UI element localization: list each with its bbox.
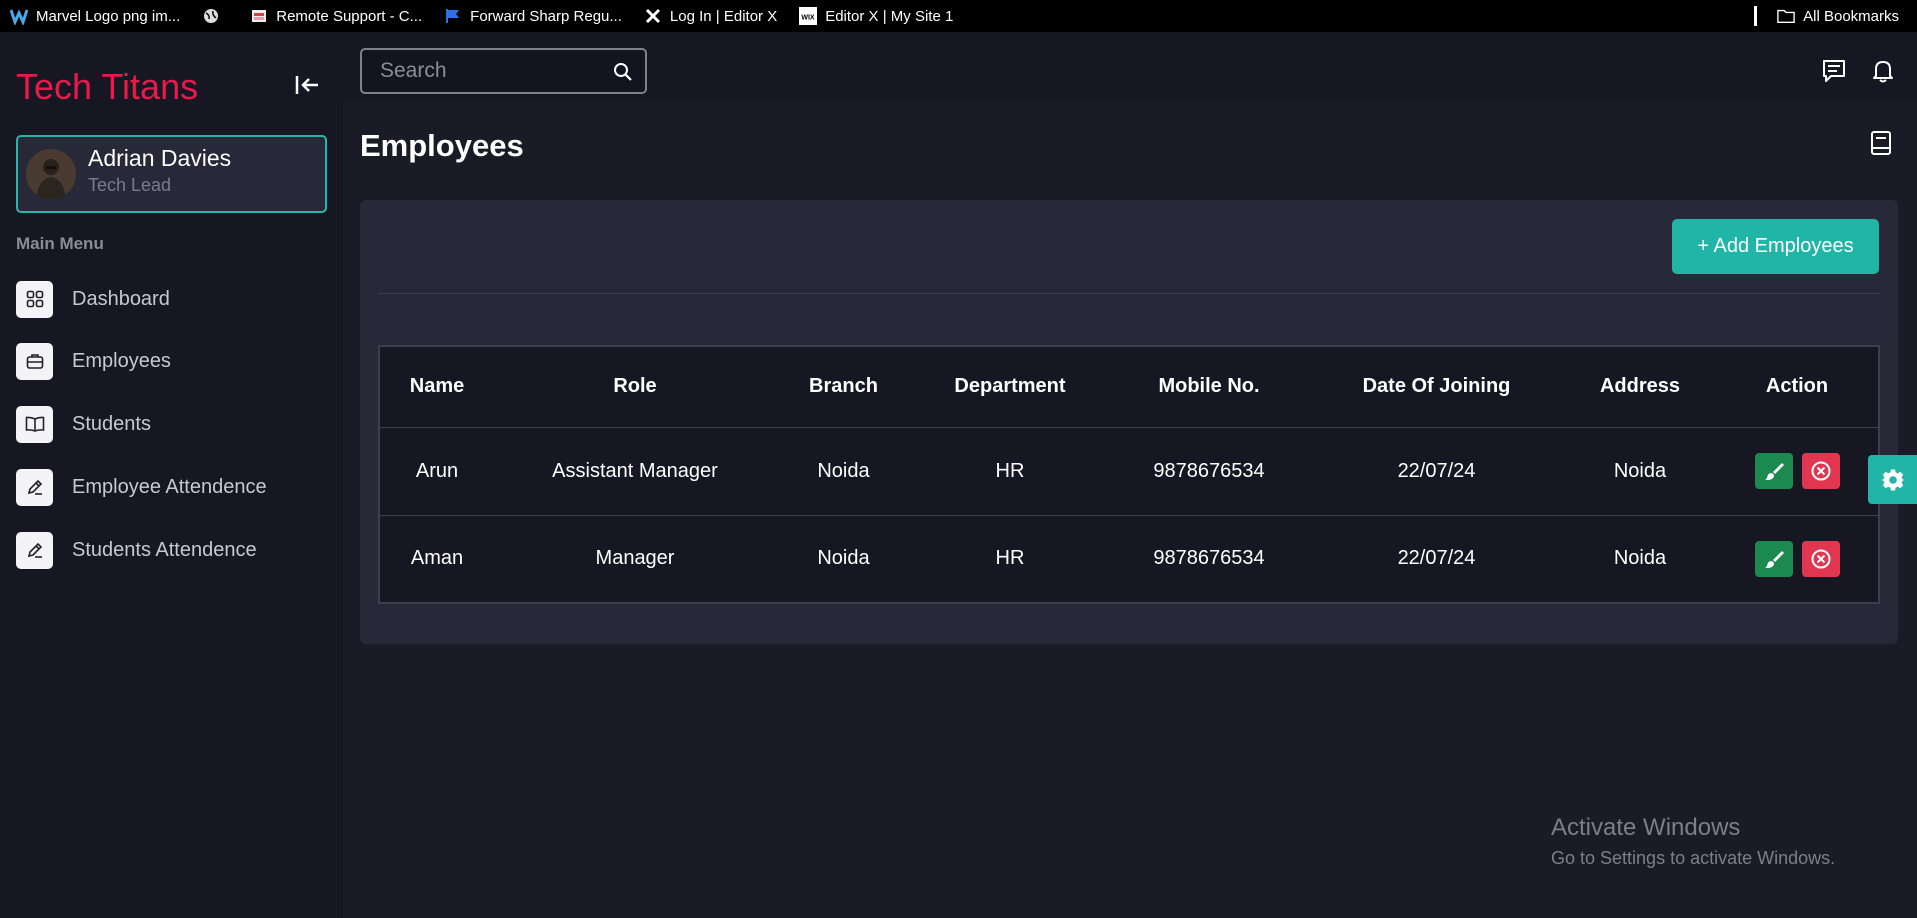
sidebar: Tech Titans Adrian Davies Tech Lead Main… bbox=[0, 32, 343, 918]
search-input[interactable] bbox=[362, 50, 602, 92]
cell-mobile: 9878676534 bbox=[1109, 427, 1309, 516]
book-icon bbox=[16, 405, 53, 443]
svg-text:WIX: WIX bbox=[802, 15, 816, 22]
cell-address: Noida bbox=[1613, 547, 1667, 570]
cell-address: Noida bbox=[1564, 427, 1716, 516]
sidebar-item-dashboard[interactable]: Dashboard bbox=[16, 280, 170, 318]
bookmarks-separator bbox=[1754, 6, 1758, 26]
column-header-department: Department bbox=[911, 346, 1109, 428]
cell-name: Arun bbox=[379, 427, 494, 516]
sidebar-item-employees[interactable]: Employees bbox=[16, 342, 171, 380]
cell-branch: Noida bbox=[817, 547, 870, 570]
gear-icon bbox=[1880, 469, 1905, 490]
profile-name: Adrian Davies bbox=[88, 145, 232, 171]
cell-date-of-joining: 22/07/24 bbox=[1309, 427, 1564, 516]
collapse-sidebar-button[interactable] bbox=[292, 70, 322, 100]
cell-action bbox=[1716, 427, 1879, 516]
brand-title: Tech Titans bbox=[16, 66, 199, 107]
column-header-name: Name bbox=[379, 346, 494, 428]
editor-x-icon bbox=[644, 7, 662, 25]
sidebar-item-students[interactable]: Students bbox=[16, 405, 151, 443]
column-header-address: Address bbox=[1564, 346, 1716, 428]
edit-button[interactable] bbox=[1754, 453, 1793, 489]
table-row: Aman Manager Noida HR 9878676534 22/07/2… bbox=[379, 515, 1879, 603]
settings-toggle-button[interactable] bbox=[1868, 455, 1917, 504]
messages-button[interactable] bbox=[1820, 57, 1848, 85]
column-header-mobile: Mobile No. bbox=[1109, 346, 1309, 428]
cell-department: HR bbox=[911, 427, 1109, 516]
avatar bbox=[26, 149, 76, 199]
notifications-button[interactable] bbox=[1869, 57, 1897, 85]
windows-activation-watermark: Activate Windows Go to Settings to activ… bbox=[1551, 814, 1835, 869]
marvel-logo-icon bbox=[10, 7, 28, 25]
delete-button[interactable] bbox=[1801, 453, 1840, 489]
sidebar-item-label: Students bbox=[72, 412, 151, 435]
grid-icon bbox=[16, 280, 53, 318]
collapse-left-icon bbox=[295, 76, 318, 94]
panel-divider bbox=[378, 293, 1880, 294]
sidebar-item-students-attendence[interactable]: Students Attendence bbox=[16, 531, 257, 569]
table-header-row: Name Role Branch Department Mobile No. D… bbox=[379, 346, 1879, 428]
pencil-icon bbox=[16, 531, 53, 569]
cell-mobile: 9878676534 bbox=[1153, 547, 1265, 570]
column-header-role: Role bbox=[494, 346, 776, 428]
bookmark-editor-x-site[interactable]: WIX Editor X | My Site 1 bbox=[799, 7, 953, 25]
watermark-title: Activate Windows bbox=[1551, 814, 1741, 841]
close-circle-icon bbox=[1811, 549, 1830, 569]
sidebar-item-label: Students Attendence bbox=[72, 538, 257, 561]
sidebar-item-label: Employees bbox=[72, 349, 171, 372]
delete-button[interactable] bbox=[1801, 540, 1840, 577]
column-header-action: Action bbox=[1716, 346, 1879, 428]
cell-name: Aman bbox=[410, 547, 464, 570]
top-header bbox=[343, 32, 1917, 101]
cell-department: HR bbox=[995, 547, 1025, 570]
profile-card[interactable]: Adrian Davies Tech Lead bbox=[16, 135, 327, 213]
sidebar-item-employee-attendence[interactable]: Employee Attendence bbox=[16, 468, 267, 506]
close-circle-icon bbox=[1811, 461, 1830, 481]
sidebar-item-label: Employee Attendence bbox=[72, 475, 267, 498]
search-icon[interactable] bbox=[613, 62, 633, 87]
profile-role: Tech Lead bbox=[88, 175, 172, 195]
cell-role: Assistant Manager bbox=[494, 427, 776, 516]
bell-icon bbox=[1873, 61, 1893, 83]
document-icon[interactable] bbox=[1870, 130, 1892, 161]
globe-icon bbox=[202, 7, 220, 25]
bookmark-remote-support[interactable]: Remote Support - C... bbox=[250, 7, 422, 25]
message-icon bbox=[1823, 60, 1845, 82]
cell-date-of-joining: 22/07/24 bbox=[1397, 547, 1476, 570]
bookmarks-bar: Marvel Logo png im... Remote Support - C… bbox=[0, 0, 1917, 32]
flag-icon bbox=[444, 7, 462, 25]
remote-support-icon bbox=[250, 7, 268, 25]
cell-branch: Noida bbox=[776, 427, 911, 516]
watermark-subtitle: Go to Settings to activate Windows. bbox=[1551, 848, 1836, 868]
brush-icon bbox=[1764, 550, 1784, 568]
page-title: Employees bbox=[360, 128, 524, 163]
add-employees-button[interactable]: + Add Employees bbox=[1672, 219, 1879, 274]
employees-table: Name Role Branch Department Mobile No. D… bbox=[378, 345, 1880, 604]
bookmark-forward-sharp[interactable]: Forward Sharp Regu... bbox=[444, 7, 622, 25]
cell-action bbox=[1716, 515, 1879, 603]
all-bookmarks[interactable]: All Bookmarks bbox=[1754, 0, 1899, 32]
column-header-date-of-joining: Date Of Joining bbox=[1309, 346, 1564, 428]
bookmark-globe[interactable] bbox=[202, 7, 228, 25]
briefcase-icon bbox=[16, 342, 53, 380]
table-row: Arun Assistant Manager Noida HR 98786765… bbox=[379, 427, 1879, 516]
bookmark-marvel[interactable]: Marvel Logo png im... bbox=[10, 7, 180, 25]
sidebar-item-label: Dashboard bbox=[72, 287, 170, 310]
cell-role: Manager bbox=[595, 547, 675, 570]
column-header-branch: Branch bbox=[776, 346, 911, 428]
bookmark-editor-x-login[interactable]: Log In | Editor X bbox=[644, 7, 777, 25]
brush-icon bbox=[1764, 463, 1784, 480]
main-menu-heading: Main Menu bbox=[16, 234, 104, 253]
pencil-icon bbox=[16, 468, 53, 506]
search-box bbox=[360, 48, 647, 94]
edit-button[interactable] bbox=[1754, 540, 1793, 577]
folder-icon bbox=[1777, 7, 1795, 25]
wix-icon: WIX bbox=[799, 7, 818, 25]
